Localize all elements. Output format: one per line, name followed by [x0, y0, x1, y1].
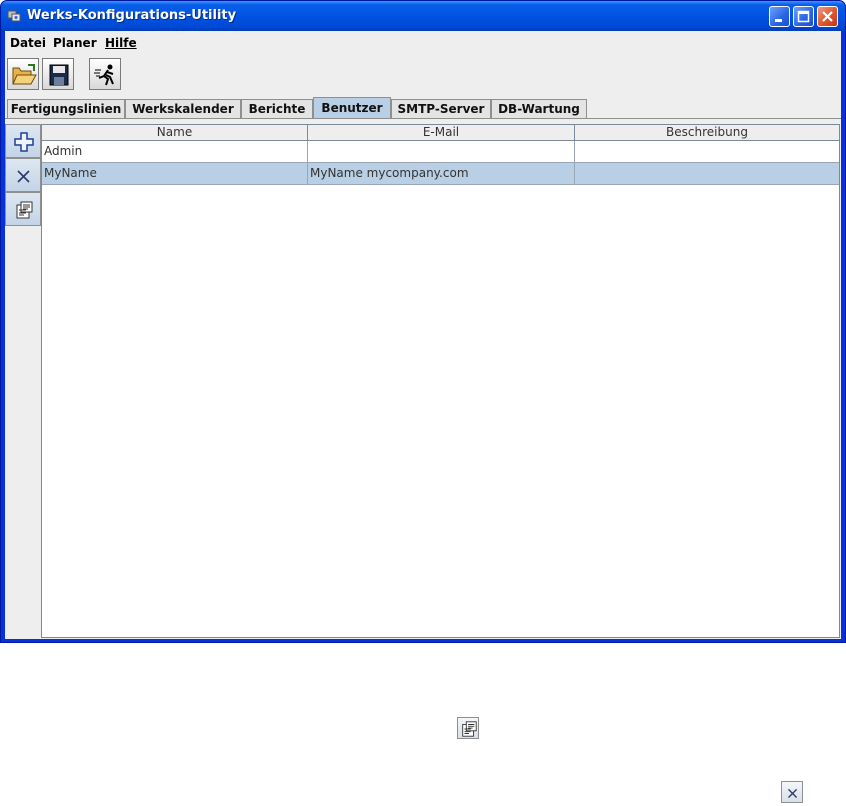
cell-beschreibung[interactable]: [575, 163, 839, 185]
menu-hilfe[interactable]: Hilfe: [105, 36, 137, 50]
save-button[interactable]: [42, 58, 74, 90]
delete-icon: [788, 788, 798, 798]
properties-icon: [462, 721, 477, 737]
table-header: Name E-Mail Beschreibung: [42, 125, 839, 141]
tab-divider: [5, 118, 841, 119]
properties-icon-sample: [457, 717, 479, 739]
window-client-area: Datei Planer Hilfe Fertigungslinien Werk…: [5, 31, 841, 639]
app-icon: [7, 10, 21, 22]
maximize-icon: [797, 10, 810, 23]
cell-email[interactable]: [308, 141, 575, 163]
column-header-email[interactable]: E-Mail: [308, 125, 575, 140]
cell-email[interactable]: MyName mycompany.com: [308, 163, 575, 185]
table-row-selected[interactable]: MyName MyName mycompany.com: [42, 163, 839, 185]
menu-datei[interactable]: Datei: [10, 36, 46, 50]
toolbar: [5, 53, 841, 97]
minimize-button[interactable]: [769, 6, 790, 27]
delete-user-button[interactable]: [5, 158, 41, 192]
open-folder-icon: [12, 64, 37, 85]
cell-name[interactable]: MyName: [42, 163, 308, 185]
delete-icon: [17, 170, 30, 183]
run-icon: [94, 64, 114, 86]
table-row[interactable]: Admin: [42, 141, 839, 163]
title-bar[interactable]: Werks-Konfigurations-Utility: [1, 1, 845, 31]
tab-db-wartung[interactable]: DB-Wartung: [491, 99, 587, 119]
tab-berichte[interactable]: Berichte: [241, 99, 313, 119]
maximize-button[interactable]: [793, 6, 814, 27]
cell-name[interactable]: Admin: [42, 141, 308, 163]
menu-bar: Datei Planer Hilfe: [5, 31, 841, 53]
side-toolbar: [5, 124, 41, 636]
tab-fertigungslinien[interactable]: Fertigungslinien: [7, 99, 125, 119]
minimize-icon: [775, 19, 782, 22]
close-button[interactable]: [817, 6, 838, 27]
save-disk-icon: [49, 64, 69, 86]
delete-icon-sample: [781, 781, 803, 803]
add-icon: [14, 132, 34, 152]
tab-strip: Fertigungslinien Werkskalender Berichte …: [5, 97, 841, 119]
menu-planer[interactable]: Planer: [53, 36, 97, 50]
properties-icon: [16, 201, 33, 219]
tab-werkskalender[interactable]: Werkskalender: [125, 99, 241, 119]
add-user-button[interactable]: [5, 124, 41, 158]
column-header-name[interactable]: Name: [42, 125, 308, 140]
tab-smtp-server[interactable]: SMTP-Server: [391, 99, 491, 119]
user-properties-button[interactable]: [5, 192, 41, 226]
window-title: Werks-Konfigurations-Utility: [27, 8, 237, 23]
column-header-beschreibung[interactable]: Beschreibung: [575, 125, 839, 140]
close-icon: [822, 11, 833, 22]
run-button[interactable]: [89, 58, 121, 90]
cell-beschreibung[interactable]: [575, 141, 839, 163]
open-button[interactable]: [7, 58, 39, 90]
tab-benutzer[interactable]: Benutzer: [313, 97, 391, 119]
application-window: Werks-Konfigurations-Utility Datei Plane…: [0, 0, 846, 643]
users-table: Name E-Mail Beschreibung Admin MyName My…: [41, 124, 840, 638]
